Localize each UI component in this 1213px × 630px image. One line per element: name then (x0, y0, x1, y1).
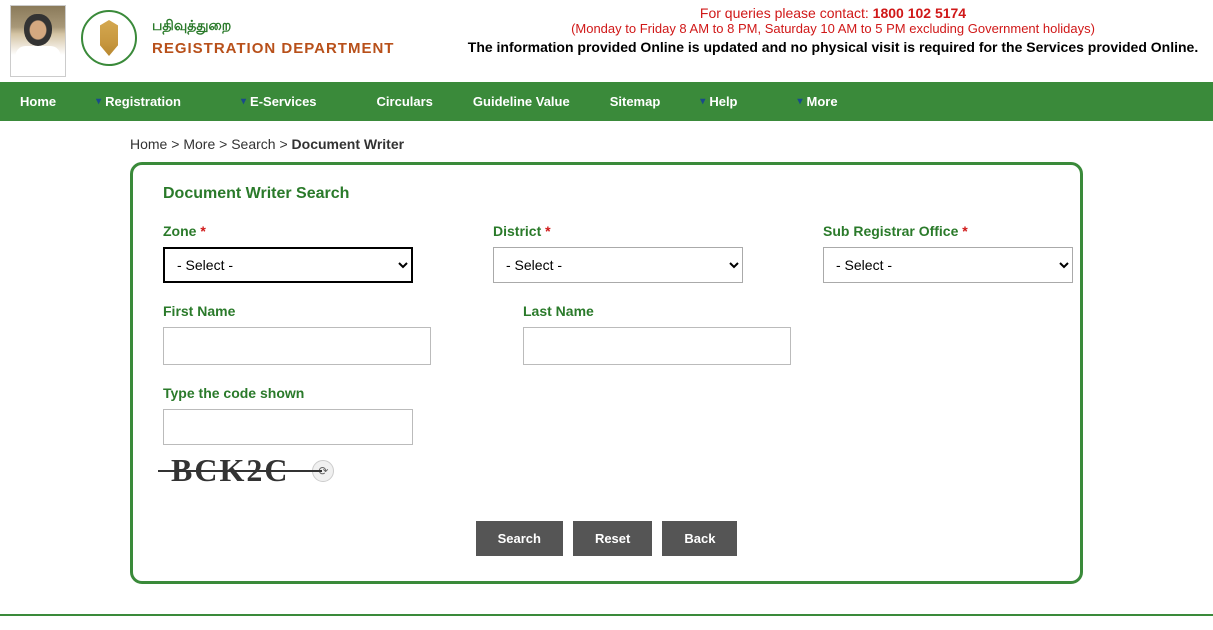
breadcrumb-more[interactable]: More (183, 136, 215, 152)
govt-emblem (81, 10, 137, 66)
content-area: Home > More > Search > Document Writer D… (0, 121, 1213, 599)
sro-group: Sub Registrar Office * - Select - (823, 223, 1073, 283)
nav-sitemap[interactable]: Sitemap (590, 82, 681, 121)
search-card: Document Writer Search Zone * - Select -… (130, 162, 1083, 584)
query-line: For queries please contact: 1800 102 517… (463, 5, 1203, 21)
nav-guideline[interactable]: Guideline Value (453, 82, 590, 121)
official-photo (10, 5, 66, 77)
breadcrumb: Home > More > Search > Document Writer (130, 136, 1083, 152)
breadcrumb-current: Document Writer (292, 136, 405, 152)
card-title: Document Writer Search (163, 185, 1050, 203)
district-group: District * - Select - (493, 223, 743, 283)
district-label: District * (493, 223, 743, 239)
nav-eservices[interactable]: ▾E-Services (221, 82, 337, 121)
chevron-down-icon: ▾ (798, 96, 803, 107)
button-row: Search Reset Back (163, 521, 1050, 556)
lname-group: Last Name (523, 303, 803, 365)
chevron-down-icon: ▾ (96, 96, 101, 107)
zone-label: Zone * (163, 223, 413, 239)
zone-select[interactable]: - Select - (163, 247, 413, 283)
lname-input[interactable] (523, 327, 791, 365)
chevron-down-icon: ▾ (700, 96, 705, 107)
dept-name-tamil: பதிவுத்துறை (152, 17, 394, 36)
captcha-group: Type the code shown BCK2C ⟳ (163, 385, 443, 491)
breadcrumb-home[interactable]: Home (130, 136, 167, 152)
nav-more[interactable]: ▾More (778, 82, 858, 121)
reset-button[interactable]: Reset (573, 521, 652, 556)
back-button[interactable]: Back (662, 521, 737, 556)
dept-title-block: பதிவுத்துறை REGISTRATION DEPARTMENT (152, 17, 394, 57)
sro-select[interactable]: - Select - (823, 247, 1073, 283)
info-text: The information provided Online is updat… (463, 39, 1203, 55)
zone-group: Zone * - Select - (163, 223, 413, 283)
main-nav: Home ▾Registration ▾E-Services Circulars… (0, 82, 1213, 121)
nav-circulars[interactable]: Circulars (357, 82, 453, 121)
query-prefix: For queries please contact: (700, 5, 873, 21)
contact-info: For queries please contact: 1800 102 517… (463, 0, 1203, 55)
timing-text: (Monday to Friday 8 AM to 8 PM, Saturday… (463, 21, 1203, 36)
nav-registration[interactable]: ▾Registration (76, 82, 201, 121)
nav-help[interactable]: ▾Help (680, 82, 757, 121)
sro-label: Sub Registrar Office * (823, 223, 1073, 239)
footer-divider (0, 614, 1213, 616)
lname-label: Last Name (523, 303, 803, 319)
district-select[interactable]: - Select - (493, 247, 743, 283)
search-button[interactable]: Search (476, 521, 563, 556)
captcha-image: BCK2C (163, 450, 297, 491)
fname-label: First Name (163, 303, 443, 319)
captcha-input[interactable] (163, 409, 413, 445)
captcha-label: Type the code shown (163, 385, 443, 401)
phone-number: 1800 102 5174 (873, 5, 966, 21)
chevron-down-icon: ▾ (241, 96, 246, 107)
fname-input[interactable] (163, 327, 431, 365)
fname-group: First Name (163, 303, 443, 365)
dept-name-english: REGISTRATION DEPARTMENT (152, 40, 394, 57)
breadcrumb-search[interactable]: Search (231, 136, 275, 152)
nav-home[interactable]: Home (0, 82, 76, 121)
header: பதிவுத்துறை REGISTRATION DEPARTMENT For … (0, 0, 1213, 82)
